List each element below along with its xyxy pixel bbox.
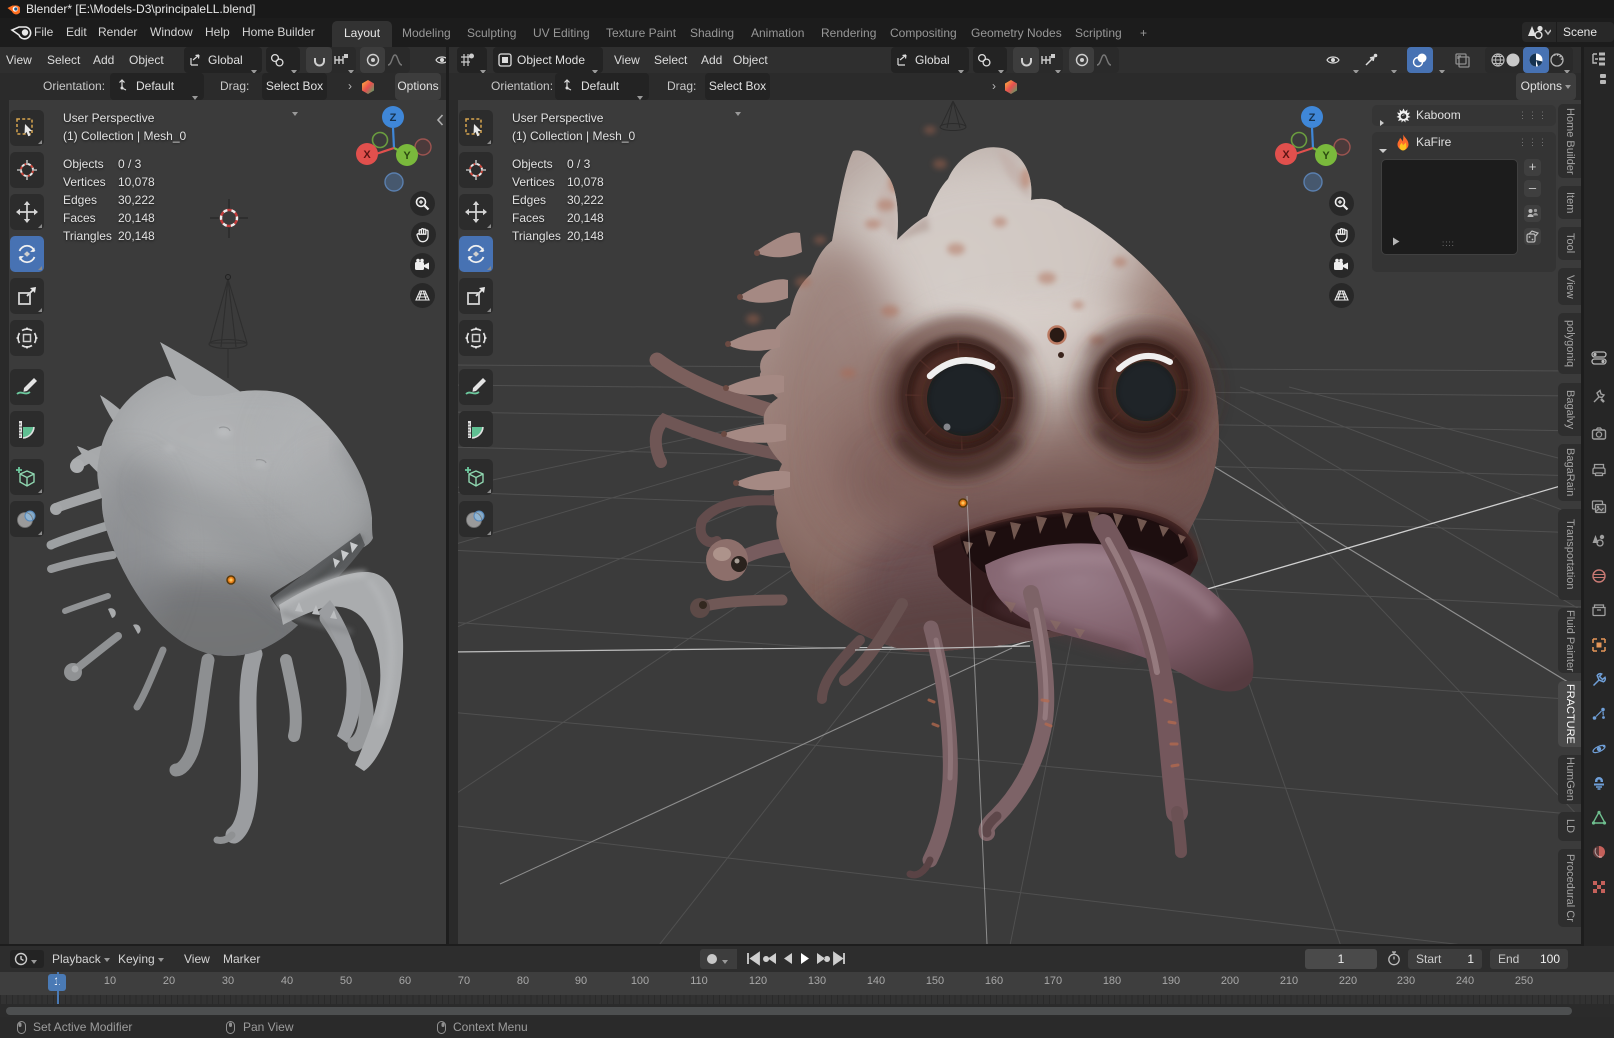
svg-text:X: X bbox=[1282, 149, 1290, 161]
svg-text:Y: Y bbox=[1322, 150, 1330, 162]
svg-text:Z: Z bbox=[1309, 112, 1316, 124]
svg-text:Z: Z bbox=[390, 112, 397, 124]
svg-text:X: X bbox=[363, 149, 371, 161]
svg-text:Y: Y bbox=[403, 150, 411, 162]
